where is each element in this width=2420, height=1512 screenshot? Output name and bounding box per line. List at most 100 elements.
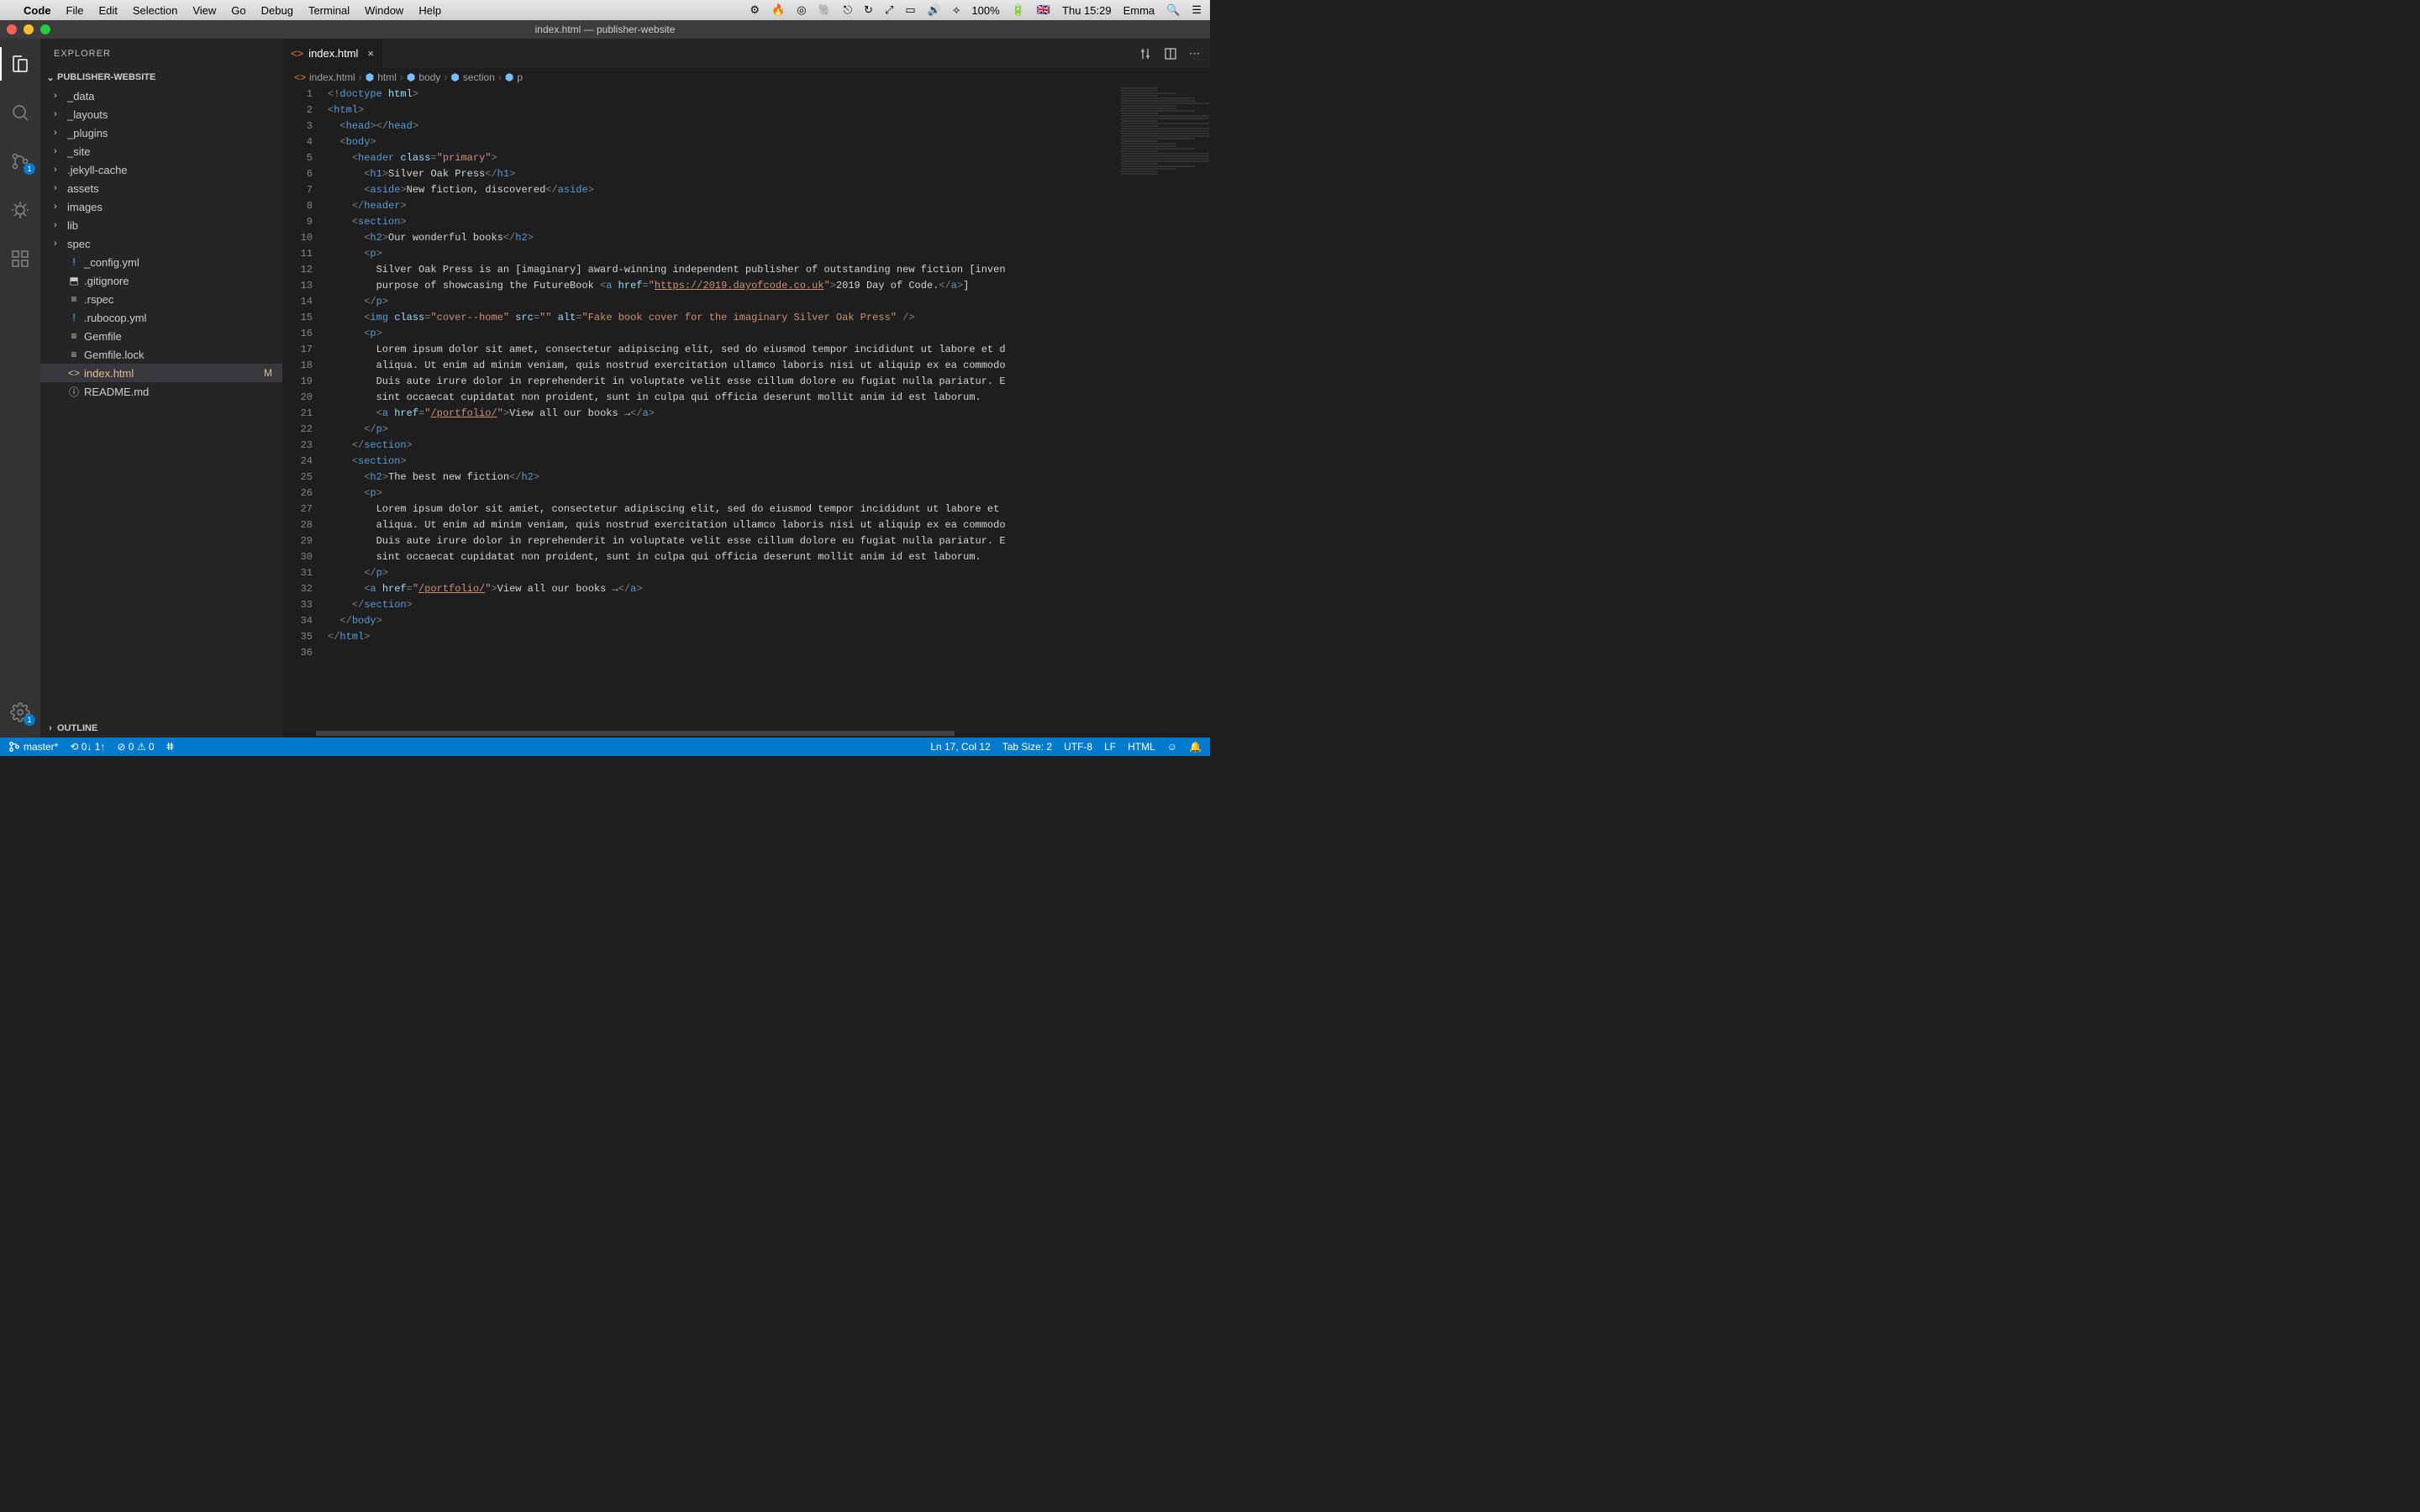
menu-view[interactable]: View: [192, 4, 216, 17]
tray-icon[interactable]: ▭: [905, 3, 915, 17]
tree-item-index-html[interactable]: <>index.htmlM: [40, 364, 282, 382]
menu-help[interactable]: Help: [418, 4, 441, 17]
more-actions-icon[interactable]: ⋯: [1189, 47, 1200, 60]
breadcrumb-item[interactable]: p: [517, 71, 523, 83]
tree-item--jekyll-cache[interactable]: ›.jekyll-cache: [40, 160, 282, 179]
breadcrumbs[interactable]: <> index.html › ⬢ html › ⬢ body › ⬢ sect…: [282, 68, 1210, 87]
tree-item-label: _site: [67, 145, 90, 158]
tab-index-html[interactable]: <> index.html ×: [282, 39, 383, 68]
tree-item--rubocop-yml[interactable]: !.rubocop.yml: [40, 308, 282, 327]
volume-icon[interactable]: 🔊: [928, 3, 941, 17]
menu-terminal[interactable]: Terminal: [308, 4, 350, 17]
tray-icon[interactable]: ◎: [797, 3, 806, 17]
control-center-icon[interactable]: ☰: [1192, 3, 1202, 17]
activity-extensions[interactable]: [0, 242, 40, 276]
tree-item-label: .jekyll-cache: [67, 164, 128, 176]
code-editor[interactable]: 1234567891011121314151617181920212223242…: [282, 87, 1210, 729]
tree-item--layouts[interactable]: ›_layouts: [40, 105, 282, 123]
close-tab-icon[interactable]: ×: [367, 47, 374, 60]
tree-item--rspec[interactable]: ≡.rspec: [40, 290, 282, 308]
tree-item--config-yml[interactable]: !_config.yml: [40, 253, 282, 271]
activity-debug[interactable]: [0, 193, 40, 227]
tree-item-lib[interactable]: ›lib: [40, 216, 282, 234]
wifi-icon[interactable]: ⟡: [953, 3, 960, 17]
breadcrumb-item[interactable]: body: [418, 71, 440, 83]
minimap[interactable]: [1118, 87, 1210, 729]
window-title: index.html — publisher-website: [535, 24, 676, 35]
app-name[interactable]: Code: [24, 4, 51, 17]
macos-menubar: Code File Edit Selection View Go Debug T…: [0, 0, 1210, 20]
file-tree[interactable]: ›_data›_layouts›_plugins›_site›.jekyll-c…: [40, 87, 282, 719]
sidebar-outline-header[interactable]: › OUTLINE: [40, 719, 282, 738]
tree-item-assets[interactable]: ›assets: [40, 179, 282, 197]
battery-icon[interactable]: 🔋: [1012, 3, 1025, 17]
breadcrumb-item[interactable]: index.html: [309, 71, 355, 83]
tree-item--data[interactable]: ›_data: [40, 87, 282, 105]
activity-explorer[interactable]: [0, 47, 40, 81]
status-live[interactable]: ⵌ: [166, 741, 174, 753]
compare-changes-icon[interactable]: [1139, 47, 1152, 60]
status-encoding[interactable]: UTF-8: [1064, 741, 1092, 753]
tree-item-readme-md[interactable]: ⓘREADME.md: [40, 382, 282, 401]
editor-group: <> index.html × ⋯ <> index.html › ⬢ html…: [282, 39, 1210, 738]
chevron-right-icon: ›: [54, 183, 64, 193]
symbol-icon: ⬢: [366, 71, 374, 83]
tree-item--site[interactable]: ›_site: [40, 142, 282, 160]
tray-icon[interactable]: ↻: [864, 3, 873, 17]
split-editor-icon[interactable]: [1164, 47, 1177, 60]
status-cursor[interactable]: Ln 17, Col 12: [930, 741, 990, 753]
status-eol[interactable]: LF: [1104, 741, 1116, 753]
minimize-window-button[interactable]: [24, 24, 34, 34]
tree-item-gemfile-lock[interactable]: ≡Gemfile.lock: [40, 345, 282, 364]
symbol-icon: ⬢: [450, 71, 459, 83]
tab-label: index.html: [308, 47, 358, 60]
close-window-button[interactable]: [7, 24, 17, 34]
tree-item--plugins[interactable]: ›_plugins: [40, 123, 282, 142]
sidebar-title: EXPLORER: [40, 39, 282, 68]
tray-icon[interactable]: ⤢: [885, 3, 893, 17]
menu-window[interactable]: Window: [365, 4, 403, 17]
horizontal-scrollbar[interactable]: [282, 729, 1210, 738]
status-sync[interactable]: ⟲ 0↓ 1↑: [70, 741, 105, 753]
code-content[interactable]: <!doctype html><html> <head></head> <bod…: [328, 87, 1210, 729]
file-icon: ≡: [67, 330, 81, 342]
status-feedback-icon[interactable]: ☺: [1167, 741, 1177, 753]
menu-selection[interactable]: Selection: [133, 4, 177, 17]
tray-icon[interactable]: ⚙: [750, 3, 760, 17]
tree-item-images[interactable]: ›images: [40, 197, 282, 216]
status-tab-size[interactable]: Tab Size: 2: [1002, 741, 1052, 753]
fullscreen-window-button[interactable]: [40, 24, 50, 34]
flag-icon[interactable]: 🇬🇧: [1037, 3, 1050, 17]
user-name[interactable]: Emma: [1123, 4, 1155, 17]
status-problems[interactable]: ⊘ 0 ⚠ 0: [117, 741, 154, 753]
html-file-icon: <>: [291, 47, 303, 60]
tree-item-gemfile[interactable]: ≡Gemfile: [40, 327, 282, 345]
file-status: M: [264, 367, 272, 379]
menu-file[interactable]: File: [66, 4, 84, 17]
status-bell-icon[interactable]: 🔔: [1189, 741, 1202, 753]
file-icon: ⬒: [67, 275, 81, 286]
activity-scm[interactable]: 1: [0, 144, 40, 178]
file-icon: ≡: [67, 293, 81, 305]
tree-item--gitignore[interactable]: ⬒.gitignore: [40, 271, 282, 290]
tree-item-label: index.html: [84, 367, 134, 380]
tray-icon[interactable]: ⎋: [844, 3, 852, 17]
battery-percent: 100%: [971, 4, 999, 17]
spotlight-icon[interactable]: 🔍: [1166, 3, 1180, 17]
menu-debug[interactable]: Debug: [261, 4, 293, 17]
activity-settings[interactable]: 1: [0, 696, 40, 729]
chevron-right-icon: ›: [54, 91, 64, 101]
tray-icon[interactable]: 🐘: [818, 3, 832, 17]
sidebar-project-header[interactable]: ⌄ PUBLISHER-WEBSITE: [40, 68, 282, 87]
scrollbar-thumb[interactable]: [316, 731, 955, 736]
tree-item-spec[interactable]: ›spec: [40, 234, 282, 253]
status-language[interactable]: HTML: [1128, 741, 1155, 753]
activity-search[interactable]: [0, 96, 40, 129]
breadcrumb-item[interactable]: section: [463, 71, 495, 83]
tray-icon[interactable]: 🔥: [771, 3, 785, 17]
clock[interactable]: Thu 15:29: [1062, 4, 1112, 17]
menu-go[interactable]: Go: [231, 4, 245, 17]
menu-edit[interactable]: Edit: [98, 4, 117, 17]
status-branch[interactable]: master*: [8, 741, 58, 753]
breadcrumb-item[interactable]: html: [377, 71, 397, 83]
